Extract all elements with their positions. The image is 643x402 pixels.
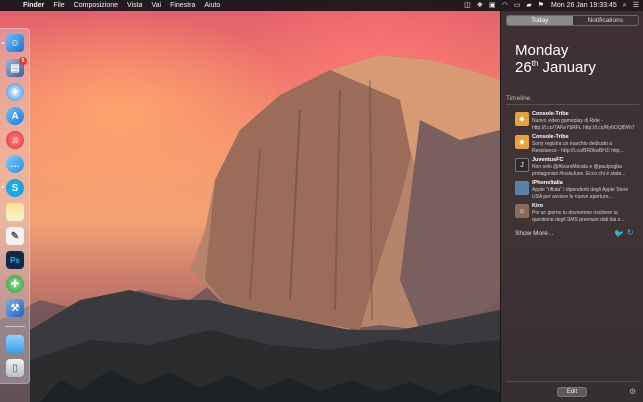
list-icon[interactable]: ☰ [633, 0, 639, 11]
date-day: 26 [515, 59, 532, 76]
airplay-icon[interactable]: ▭ [514, 0, 521, 11]
app-store-icon[interactable]: A [6, 107, 24, 125]
menu-vista[interactable]: Vista [127, 0, 142, 11]
running-indicator [2, 42, 4, 44]
list-item[interactable]: J JuventusFC Non solo @AlvaroMorata e @p… [515, 157, 635, 179]
notification-badge: 5 [19, 57, 27, 65]
item-user: JuventusFC [532, 157, 564, 163]
show-more-link[interactable]: Show More... [515, 230, 553, 237]
console-tribe-avatar: ◆ [515, 135, 529, 149]
weekday-label: Monday [515, 42, 569, 59]
list-item[interactable]: ◆ Console-Tribe Nuovo video gameplay di … [515, 111, 635, 133]
dock: ☺ ▤ 5 ✦ A ♫ … S ✎ Ps ✚ ⚒ ▯ [0, 28, 30, 384]
textedit-icon[interactable]: ✎ [6, 227, 24, 245]
utility-icon[interactable]: ✚ [6, 275, 24, 293]
tab-notifications[interactable]: Notifications [573, 16, 639, 25]
status-area: ◫ ❖ ▣ ◠ ▭ ▰ ⚑ Mon 26 Jan 19:33:45 ⌕ ☰ [458, 0, 639, 11]
safari-icon[interactable]: ✦ [6, 83, 24, 101]
item-text: Non solo @AlvaroMorata e @paulpogba prot… [532, 164, 626, 177]
date-month: January [542, 59, 596, 76]
item-user: Console-Tribe [532, 111, 569, 117]
nc-tab-bar: Today Notifications [506, 15, 639, 26]
twitter-icon[interactable]: 🐦 [614, 229, 624, 238]
search-icon[interactable]: ⌕ [623, 0, 627, 11]
menu-finder[interactable]: Finder [23, 0, 44, 11]
item-text: Poi un giorno tu dovremmo risolvere la q… [532, 210, 625, 223]
menu-file[interactable]: File [53, 0, 64, 11]
date-suffix: th [531, 59, 539, 68]
dropbox-icon[interactable]: ❖ [477, 0, 483, 11]
messages-icon[interactable]: … [6, 155, 24, 173]
clock[interactable]: Mon 26 Jan 19:33:45 [551, 0, 617, 11]
list-item[interactable]: ☺ Kiro Poi un giorno tu dovremmo risolve… [515, 203, 635, 225]
date-label: 26th January [515, 59, 596, 76]
preview-icon[interactable]: ▤ 5 [6, 57, 27, 77]
timeline-heading: Timeline [506, 95, 531, 102]
photoshop-icon[interactable]: Ps [6, 251, 24, 269]
xcode-icon[interactable]: ⚒ [6, 299, 24, 317]
list-item[interactable]: ◆ Console-Tribe Sony registra un marchio… [515, 134, 635, 156]
divider [506, 104, 639, 105]
trash-icon[interactable]: ▯ [6, 359, 24, 377]
itunes-icon[interactable]: ♫ [6, 131, 24, 149]
item-text: Apple "rifiuta" i dipendenti degli Apple… [532, 187, 629, 200]
item-text: Nuovo video gameplay di Ride - http://t.… [532, 118, 635, 131]
refresh-icon[interactable]: ↻ [627, 228, 634, 237]
notification-icon[interactable]: ▣ [489, 0, 496, 11]
item-user: Console-Tribe [532, 134, 569, 140]
item-text: Sony registra un marchio dedicato a Resi… [532, 141, 624, 154]
item-user: Kiro [532, 203, 543, 209]
folder-icon[interactable] [6, 335, 24, 353]
menu-composizione[interactable]: Composizione [74, 0, 118, 11]
menu-vai[interactable]: Vai [151, 0, 161, 11]
console-tribe-avatar: ◆ [515, 112, 529, 126]
notification-center: Today Notifications Monday 26th January … [500, 11, 643, 402]
settings-icon[interactable]: ⚙ [629, 387, 636, 396]
list-item[interactable]: iPhoneItalia Apple "rifiuta" i dipendent… [515, 180, 635, 202]
screenshot-icon[interactable]: ◫ [464, 0, 471, 11]
battery-icon[interactable]: ▰ [526, 0, 531, 11]
item-user: iPhoneItalia [532, 180, 563, 186]
menu-aiuto[interactable]: Aiuto [204, 0, 220, 11]
wifi-icon[interactable]: ◠ [502, 0, 508, 11]
divider [506, 381, 639, 382]
menu-bar: Finder File Composizione Vista Vai Fines… [0, 0, 643, 11]
flag-icon[interactable]: ⚑ [538, 0, 544, 11]
running-indicator [2, 186, 4, 188]
edit-button[interactable]: Edit [557, 387, 587, 397]
menu-finestra[interactable]: Finestra [170, 0, 195, 11]
iphoneitalia-avatar [515, 181, 529, 195]
dock-separator [5, 326, 25, 327]
skype-icon[interactable]: S [6, 179, 24, 197]
tab-today[interactable]: Today [507, 16, 573, 25]
finder-icon[interactable]: ☺ [6, 34, 24, 52]
notes-icon[interactable] [6, 203, 24, 221]
juventus-avatar: J [515, 158, 529, 172]
kiro-avatar: ☺ [515, 204, 529, 218]
